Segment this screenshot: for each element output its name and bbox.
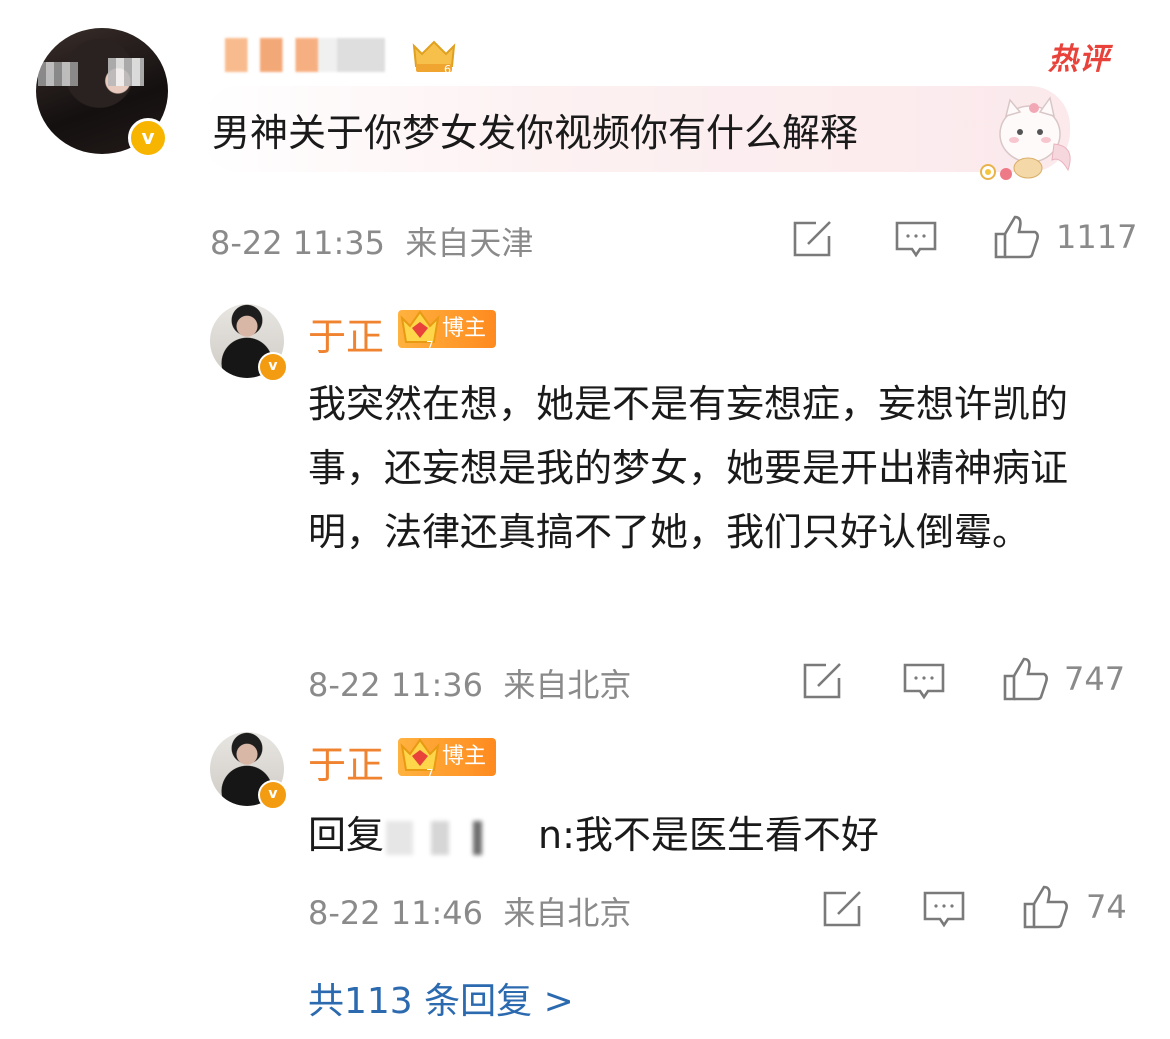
comment-icon[interactable] xyxy=(894,220,938,260)
verified-badge-icon: v xyxy=(258,352,288,382)
comment-icon[interactable] xyxy=(902,662,946,702)
reply-author-name[interactable]: 于正 xyxy=(308,734,384,789)
like-count: 1117 xyxy=(1056,218,1138,256)
reply-timestamp: 8-22 11:46 来自北京 xyxy=(308,888,631,934)
reply-body: n:我不是医生看不好 xyxy=(538,813,879,857)
verified-badge-icon: v xyxy=(258,780,288,810)
reply-location: 来自北京 xyxy=(503,666,632,704)
reply-location: 来自北京 xyxy=(503,894,632,932)
share-icon[interactable] xyxy=(802,662,844,700)
verified-badge-icon: v xyxy=(128,118,168,158)
fan-level-crown-icon: 6 xyxy=(412,40,456,76)
blogger-tag-label: 博主 xyxy=(442,316,487,341)
reply-text[interactable]: 回复 n:我不是医生看不好 xyxy=(308,804,879,859)
reply-date: 8-22 11:36 xyxy=(308,666,484,704)
comment-icon[interactable] xyxy=(922,890,966,930)
like-count: 747 xyxy=(1064,660,1126,698)
comment-date: 8-22 11:35 xyxy=(210,224,386,262)
blogger-tag-label: 博主 xyxy=(442,744,487,769)
like-thumb-icon[interactable] xyxy=(1002,656,1050,702)
reply-author-name[interactable]: 于正 xyxy=(308,306,384,361)
comment-text[interactable]: 男神关于你梦女发你视频你有什么解释 xyxy=(212,102,858,157)
svg-text:6: 6 xyxy=(444,63,451,76)
like-thumb-icon[interactable] xyxy=(1022,884,1070,930)
vip-crown-icon: 7 xyxy=(400,310,440,352)
like-count: 74 xyxy=(1086,888,1127,926)
cat-sticker-icon xyxy=(980,96,1071,180)
comment-timestamp: 8-22 11:35 来自天津 xyxy=(210,218,533,264)
svg-text:7: 7 xyxy=(426,339,434,352)
vip-crown-icon: 7 xyxy=(400,738,440,780)
svg-text:7: 7 xyxy=(426,767,434,780)
reply-date: 8-22 11:46 xyxy=(308,894,484,932)
hot-comment-tag: 热评 xyxy=(1048,42,1110,77)
mentioned-user-redacted[interactable] xyxy=(386,820,537,855)
more-replies-link[interactable]: 共113 条回复 > xyxy=(308,972,574,1024)
reply-prefix: 回复 xyxy=(308,813,385,857)
share-icon[interactable] xyxy=(792,220,834,258)
reply-timestamp: 8-22 11:36 来自北京 xyxy=(308,660,631,706)
reply-text[interactable]: 我突然在想，她是不是有妄想症，妄想许凯的事，还妄想是我的梦女，她要是开出精神病证… xyxy=(308,372,1118,564)
comment-location: 来自天津 xyxy=(405,224,534,262)
like-thumb-icon[interactable] xyxy=(993,214,1041,260)
commenter-name-redacted[interactable] xyxy=(225,38,385,72)
share-icon[interactable] xyxy=(822,890,864,928)
